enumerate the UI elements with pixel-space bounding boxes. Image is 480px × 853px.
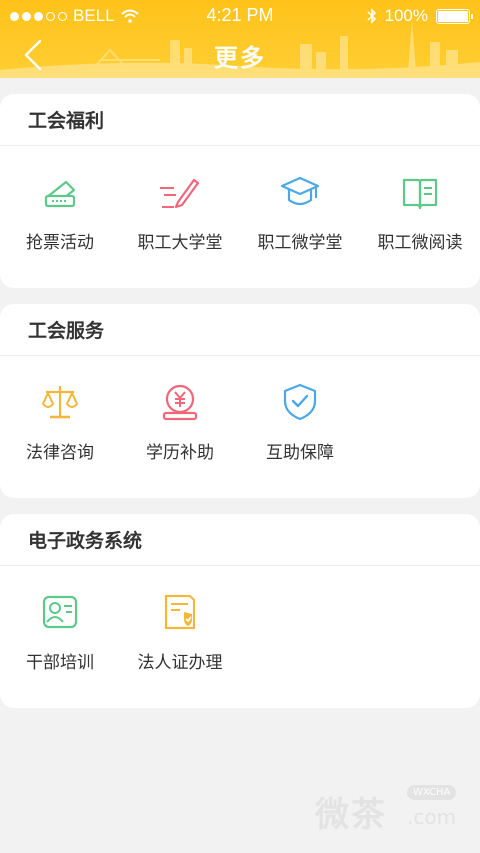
menu-item-label: 干部培训	[26, 653, 94, 673]
bluetooth-icon	[366, 8, 376, 24]
section-title: 电子政务系统	[0, 514, 480, 566]
watermark-text: 微茶	[315, 795, 387, 835]
pen-icon	[160, 178, 200, 209]
menu-item-label: 职工微学堂	[257, 233, 343, 253]
menu-item-mutual-aid-protection[interactable]: 互助保障	[240, 356, 360, 496]
menu-item-education-subsidy[interactable]: 学历补助	[120, 356, 240, 496]
battery-icon	[436, 8, 473, 24]
navigation-bar: 更多	[0, 32, 480, 78]
section-grid: 抢票活动 职工大学堂 职工微学堂 职工微阅读	[0, 146, 480, 286]
section-card-union-benefits: 工会福利 抢票活动 职工大学堂 职工微学堂 职工微阅读	[0, 94, 480, 288]
menu-item-cadre-training[interactable]: 干部培训	[0, 566, 120, 706]
status-bar: BELL 4:21 PM 100%	[0, 0, 480, 32]
section-grid: 法律咨询 学历补助 互助保障	[0, 356, 480, 496]
page-title: 更多	[214, 44, 266, 72]
menu-item-label: 法律咨询	[26, 443, 94, 463]
section-card-e-government: 电子政务系统 干部培训 法人证办理	[0, 514, 480, 708]
menu-item-label: 职工大学堂	[137, 233, 223, 253]
menu-item-label: 互助保障	[266, 443, 334, 463]
menu-item-label: 学历补助	[146, 443, 214, 463]
shield-check-icon	[283, 383, 317, 421]
menu-item-label: 抢票活动	[26, 233, 94, 253]
section-card-union-services: 工会服务 法律咨询 学历补助 互助保障	[0, 304, 480, 498]
section-title: 工会服务	[0, 304, 480, 356]
ticket-icon	[44, 180, 76, 208]
id-card-icon	[42, 595, 78, 629]
yuan-coin-icon	[162, 384, 198, 421]
menu-item-ticket-activity[interactable]: 抢票活动	[0, 146, 120, 286]
menu-item-label: 法人证办理	[137, 653, 223, 673]
graduation-cap-icon	[280, 176, 320, 206]
status-right: 100%	[366, 6, 473, 26]
menu-item-staff-university[interactable]: 职工大学堂	[120, 146, 240, 286]
app-header: BELL 4:21 PM 100% 更多	[0, 0, 480, 78]
menu-item-staff-micro-classroom[interactable]: 职工微学堂	[240, 146, 360, 286]
battery-percent: 100%	[384, 6, 428, 25]
section-grid: 干部培训 法人证办理	[0, 566, 480, 706]
section-title: 工会福利	[0, 94, 480, 146]
menu-item-legal-consultation[interactable]: 法律咨询	[0, 356, 120, 496]
watermark-badge: WXCHA	[407, 785, 457, 800]
watermark-logo: 微茶 WXCHA .com	[315, 783, 460, 835]
menu-item-staff-micro-reading[interactable]: 职工微阅读	[360, 146, 480, 286]
book-icon	[402, 178, 438, 210]
scales-icon	[41, 386, 79, 419]
watermark-domain: .com	[407, 805, 457, 829]
certificate-icon	[164, 594, 196, 630]
menu-item-label: 职工微阅读	[377, 233, 463, 253]
menu-item-legal-person-certificate[interactable]: 法人证办理	[120, 566, 240, 706]
